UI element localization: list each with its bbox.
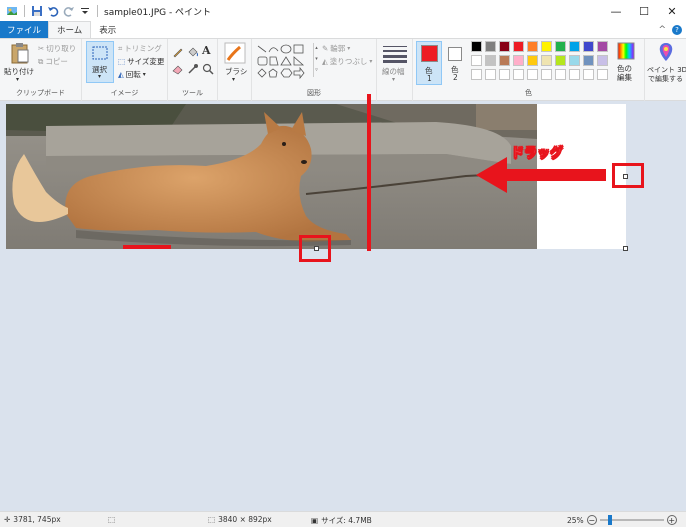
zoom-slider-thumb[interactable] xyxy=(607,515,612,525)
image-size-icon: ⬚ xyxy=(208,515,216,524)
file-size: ▣ サイズ: 4.7MB xyxy=(311,516,372,525)
zoom-in-icon[interactable]: + xyxy=(666,515,677,525)
drag-annotation-overlay xyxy=(123,94,644,262)
zoom-controls: 25% − + xyxy=(567,515,677,525)
arrow-shaft xyxy=(505,169,606,181)
zoom-slider[interactable] xyxy=(599,515,664,525)
disk-icon: ▣ xyxy=(311,516,319,525)
image-size: ⬚ 3840 × 892px xyxy=(208,515,272,524)
zoom-level: 25% xyxy=(567,515,584,525)
bottom-handle-highlight xyxy=(299,235,331,262)
selection-size: ⬚ xyxy=(108,515,115,524)
drag-label: ドラッグ xyxy=(511,146,564,162)
cursor-position: ✛ 3781, 745px xyxy=(4,515,61,524)
selection-icon: ⬚ xyxy=(108,515,116,524)
baseline-marker xyxy=(123,245,171,249)
right-handle-highlight xyxy=(612,163,644,188)
status-bar: ✛ 3781, 745px ⬚ ⬚ 3840 × 892px ▣ サイズ: 4.… xyxy=(0,511,686,527)
zoom-out-icon[interactable]: − xyxy=(586,515,597,525)
guide-line xyxy=(367,94,371,251)
crosshair-icon: ✛ xyxy=(4,515,11,524)
left-arrow-icon xyxy=(476,157,507,193)
